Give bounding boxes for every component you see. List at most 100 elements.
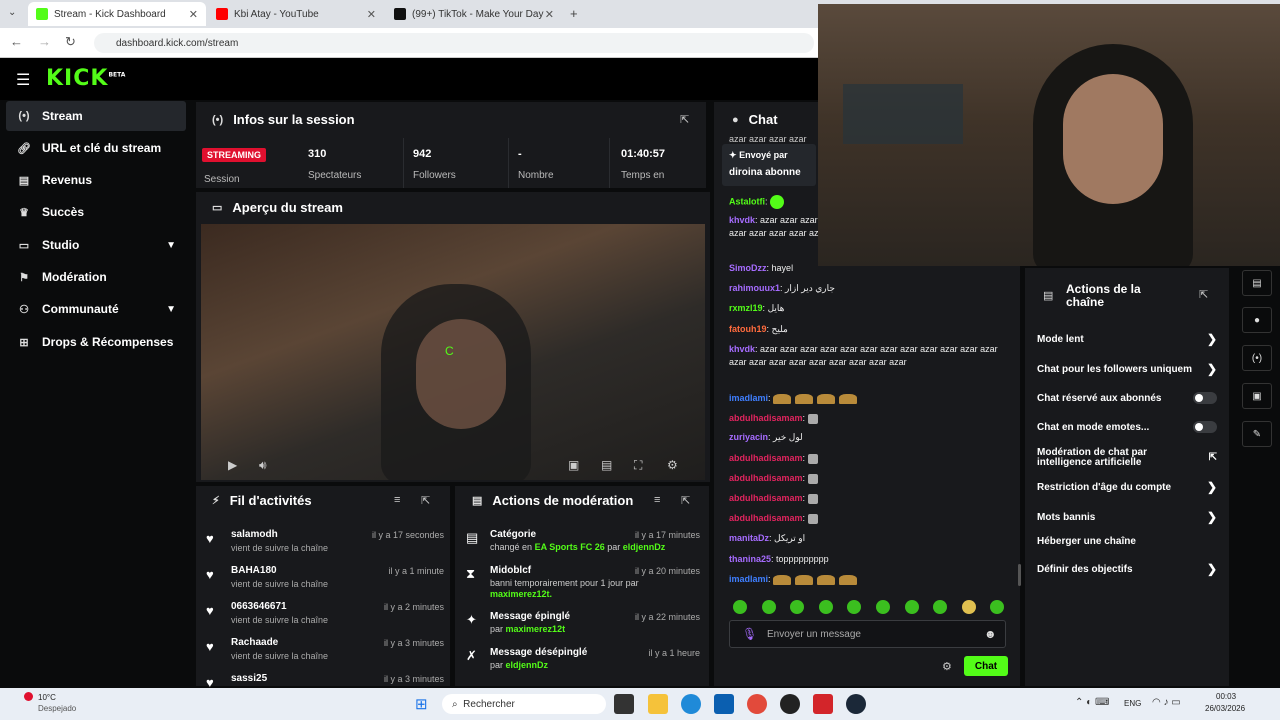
browser-tab-youtube[interactable]: Kbi Atay - YouTube ✕ <box>208 2 384 26</box>
chat-username[interactable]: khvdk <box>729 344 755 354</box>
emote-picker-icon[interactable] <box>933 600 947 614</box>
chat-username[interactable]: abdulhadisamam <box>729 493 803 503</box>
mod-action-item[interactable]: ✦ Message épinglé il y a 22 minutes par … <box>464 610 700 650</box>
filter-icon[interactable]: ≡ <box>654 494 660 506</box>
store-icon[interactable] <box>714 694 734 714</box>
filter-icon[interactable]: ≡ <box>394 494 400 506</box>
play-icon[interactable]: ▶ <box>228 458 237 472</box>
network-volume-battery-icons[interactable]: ◠ ♪ ▭ <box>1152 697 1181 708</box>
sidebar-item-revenue[interactable]: ▤ Revenus <box>6 165 186 195</box>
kick-logo[interactable]: KICKBETA <box>46 66 125 91</box>
mod-action-item[interactable]: ⧗ Midoblcf il y a 20 minutes banni tempo… <box>464 564 700 604</box>
emote-picker-icon[interactable] <box>962 600 976 614</box>
mod-action-item[interactable]: ✗ Message désépinglé il y a 1 heure par … <box>464 646 700 686</box>
taskbar-search[interactable]: ⌕ Rechercher <box>442 694 606 714</box>
close-tab-icon[interactable]: ✕ <box>545 8 554 21</box>
popout-icon[interactable]: ⇱ <box>681 494 690 507</box>
channel-action-item[interactable]: Chat en mode emotes... <box>1037 421 1217 433</box>
chat-username[interactable]: abdulhadisamam <box>729 513 803 523</box>
weather-temp[interactable]: 10°C <box>38 693 56 702</box>
sidebar-item-url[interactable]: 🔗︎ URL et clé du stream <box>6 133 186 163</box>
sidebar-item-moderation[interactable]: ⚑ Modération <box>6 262 186 292</box>
chat-username[interactable]: imadlami <box>729 574 768 584</box>
chat-username[interactable]: abdulhadisamam <box>729 473 803 483</box>
popout-icon[interactable]: ⇱ <box>1199 288 1208 301</box>
channel-action-item[interactable]: Mode lent ❯ <box>1037 332 1217 346</box>
settings-icon[interactable]: ⚙ <box>667 458 678 472</box>
chat-username[interactable]: abdulhadisamam <box>729 413 803 423</box>
rail-chat-icon[interactable]: ● <box>1242 307 1272 333</box>
back-icon[interactable]: ← <box>10 34 23 49</box>
chat-username[interactable]: thanina25 <box>729 554 771 564</box>
chat-username[interactable]: rxmzl19 <box>729 303 763 313</box>
chat-message[interactable]: manitaDz: او تريكل <box>729 532 1009 545</box>
chat-input-placeholder[interactable]: Envoyer un message <box>767 629 861 640</box>
emote-picker-icon[interactable] <box>790 600 804 614</box>
sidebar-item-drops[interactable]: ⊞ Drops & Récompenses <box>6 327 186 357</box>
channel-action-item[interactable]: Mots bannis ❯ <box>1037 510 1217 524</box>
mod-action-item[interactable]: ▤ Catégorie il y a 17 minutes changé en … <box>464 528 700 568</box>
chat-username[interactable]: fatouh19 <box>729 324 767 334</box>
emoji-icon[interactable]: ☻ <box>984 627 997 641</box>
chat-username[interactable]: imadlami <box>729 393 768 403</box>
chat-message[interactable]: khvdk: azar azar azar azar azar azar aza… <box>729 343 1009 369</box>
popout-icon[interactable]: ⇱ <box>421 494 430 507</box>
sidebar-item-community[interactable]: ⚇ Communauté ▼ <box>6 294 186 324</box>
channel-action-item[interactable]: Chat pour les followers uniquem ❯ <box>1037 362 1217 376</box>
channel-action-item[interactable]: Définir des objectifs ❯ <box>1037 562 1217 576</box>
emote-picker-icon[interactable] <box>847 600 861 614</box>
channel-action-item[interactable]: Héberger une chaîne <box>1037 536 1217 547</box>
emote-picker-icon[interactable] <box>733 600 747 614</box>
send-chat-button[interactable]: Chat <box>964 656 1008 676</box>
chat-message[interactable]: rahimouux1: جاري دير ازار <box>729 282 1009 295</box>
steam-icon[interactable] <box>846 694 866 714</box>
close-tab-icon[interactable]: ✕ <box>189 8 198 21</box>
sidebar-item-stream[interactable]: (•) Stream <box>6 101 186 131</box>
chat-message[interactable]: abdulhadisamam: <box>729 512 1009 525</box>
chat-message[interactable]: fatouh19: مليح <box>729 323 1009 336</box>
chat-message[interactable]: abdulhadisamam: <box>729 412 1009 425</box>
activity-item[interactable]: ♥ BAHA180 il y a 1 minute vient de suivr… <box>204 564 444 598</box>
sidebar-item-studio[interactable]: ▭ Studio ▼ <box>6 230 186 260</box>
chat-username[interactable]: SimoDzz <box>729 263 767 273</box>
browser-tab-kick[interactable]: Stream - Kick Dashboard ✕ <box>28 2 206 26</box>
chat-username[interactable]: zuriyacin <box>729 432 768 442</box>
app-red-icon[interactable] <box>813 694 833 714</box>
chat-username[interactable]: abdulhadisamam <box>729 453 803 463</box>
chat-message[interactable]: abdulhadisamam: <box>729 472 1009 485</box>
popout-icon[interactable]: ⇱ <box>680 113 689 126</box>
chat-message[interactable]: imadlami: <box>729 392 1009 405</box>
forward-icon[interactable]: → <box>38 34 51 49</box>
chat-username[interactable]: manitaDz <box>729 533 769 543</box>
toggle-switch[interactable] <box>1193 421 1217 433</box>
task-view-icon[interactable] <box>614 694 634 714</box>
sidebar-item-achievements[interactable]: ♛ Succès <box>6 197 186 227</box>
stream-video[interactable]: C <box>201 224 705 480</box>
fullscreen-icon[interactable]: ⛶ <box>634 458 642 473</box>
mic-icon[interactable]: 🎙︎ <box>742 627 757 641</box>
toggle-switch[interactable] <box>1193 392 1217 404</box>
activity-item[interactable]: ♥ salamodh il y a 17 secondes vient de s… <box>204 528 444 562</box>
chrome-icon[interactable] <box>747 694 767 714</box>
rail-list-icon[interactable]: ▣ <box>1242 383 1272 409</box>
emote-picker-icon[interactable] <box>876 600 890 614</box>
chat-scrollbar[interactable] <box>1018 564 1021 586</box>
chat-username[interactable]: khvdk <box>729 215 755 225</box>
layout-icon[interactable]: ▤ <box>601 458 612 472</box>
tray-icons[interactable]: ⌃ ◐ ⌨ <box>1075 697 1109 708</box>
channel-action-item[interactable]: Modération de chat par intelligence arti… <box>1037 448 1217 468</box>
tab-list-icon[interactable]: ⌄ <box>8 7 16 18</box>
new-tab-icon[interactable]: + <box>570 6 578 21</box>
chat-username[interactable]: Astalotfi <box>729 196 765 206</box>
chat-settings-icon[interactable]: ⚙ <box>942 660 952 673</box>
channel-action-item[interactable]: Restriction d'âge du compte ❯ <box>1037 480 1217 494</box>
browser-tab-tiktok[interactable]: (99+) TikTok - Make Your Day ✕ <box>386 2 562 26</box>
url-field[interactable]: dashboard.kick.com/stream <box>94 33 814 53</box>
close-tab-icon[interactable]: ✕ <box>367 8 376 21</box>
emote-picker-icon[interactable] <box>762 600 776 614</box>
emote-picker-icon[interactable] <box>990 600 1004 614</box>
edge-icon[interactable] <box>681 694 701 714</box>
chat-message[interactable]: rxmzl19: هايل <box>729 302 1009 315</box>
chat-username[interactable]: rahimouux1 <box>729 283 780 293</box>
activity-item[interactable]: ♥ Rachaade il y a 3 minutes vient de sui… <box>204 636 444 670</box>
